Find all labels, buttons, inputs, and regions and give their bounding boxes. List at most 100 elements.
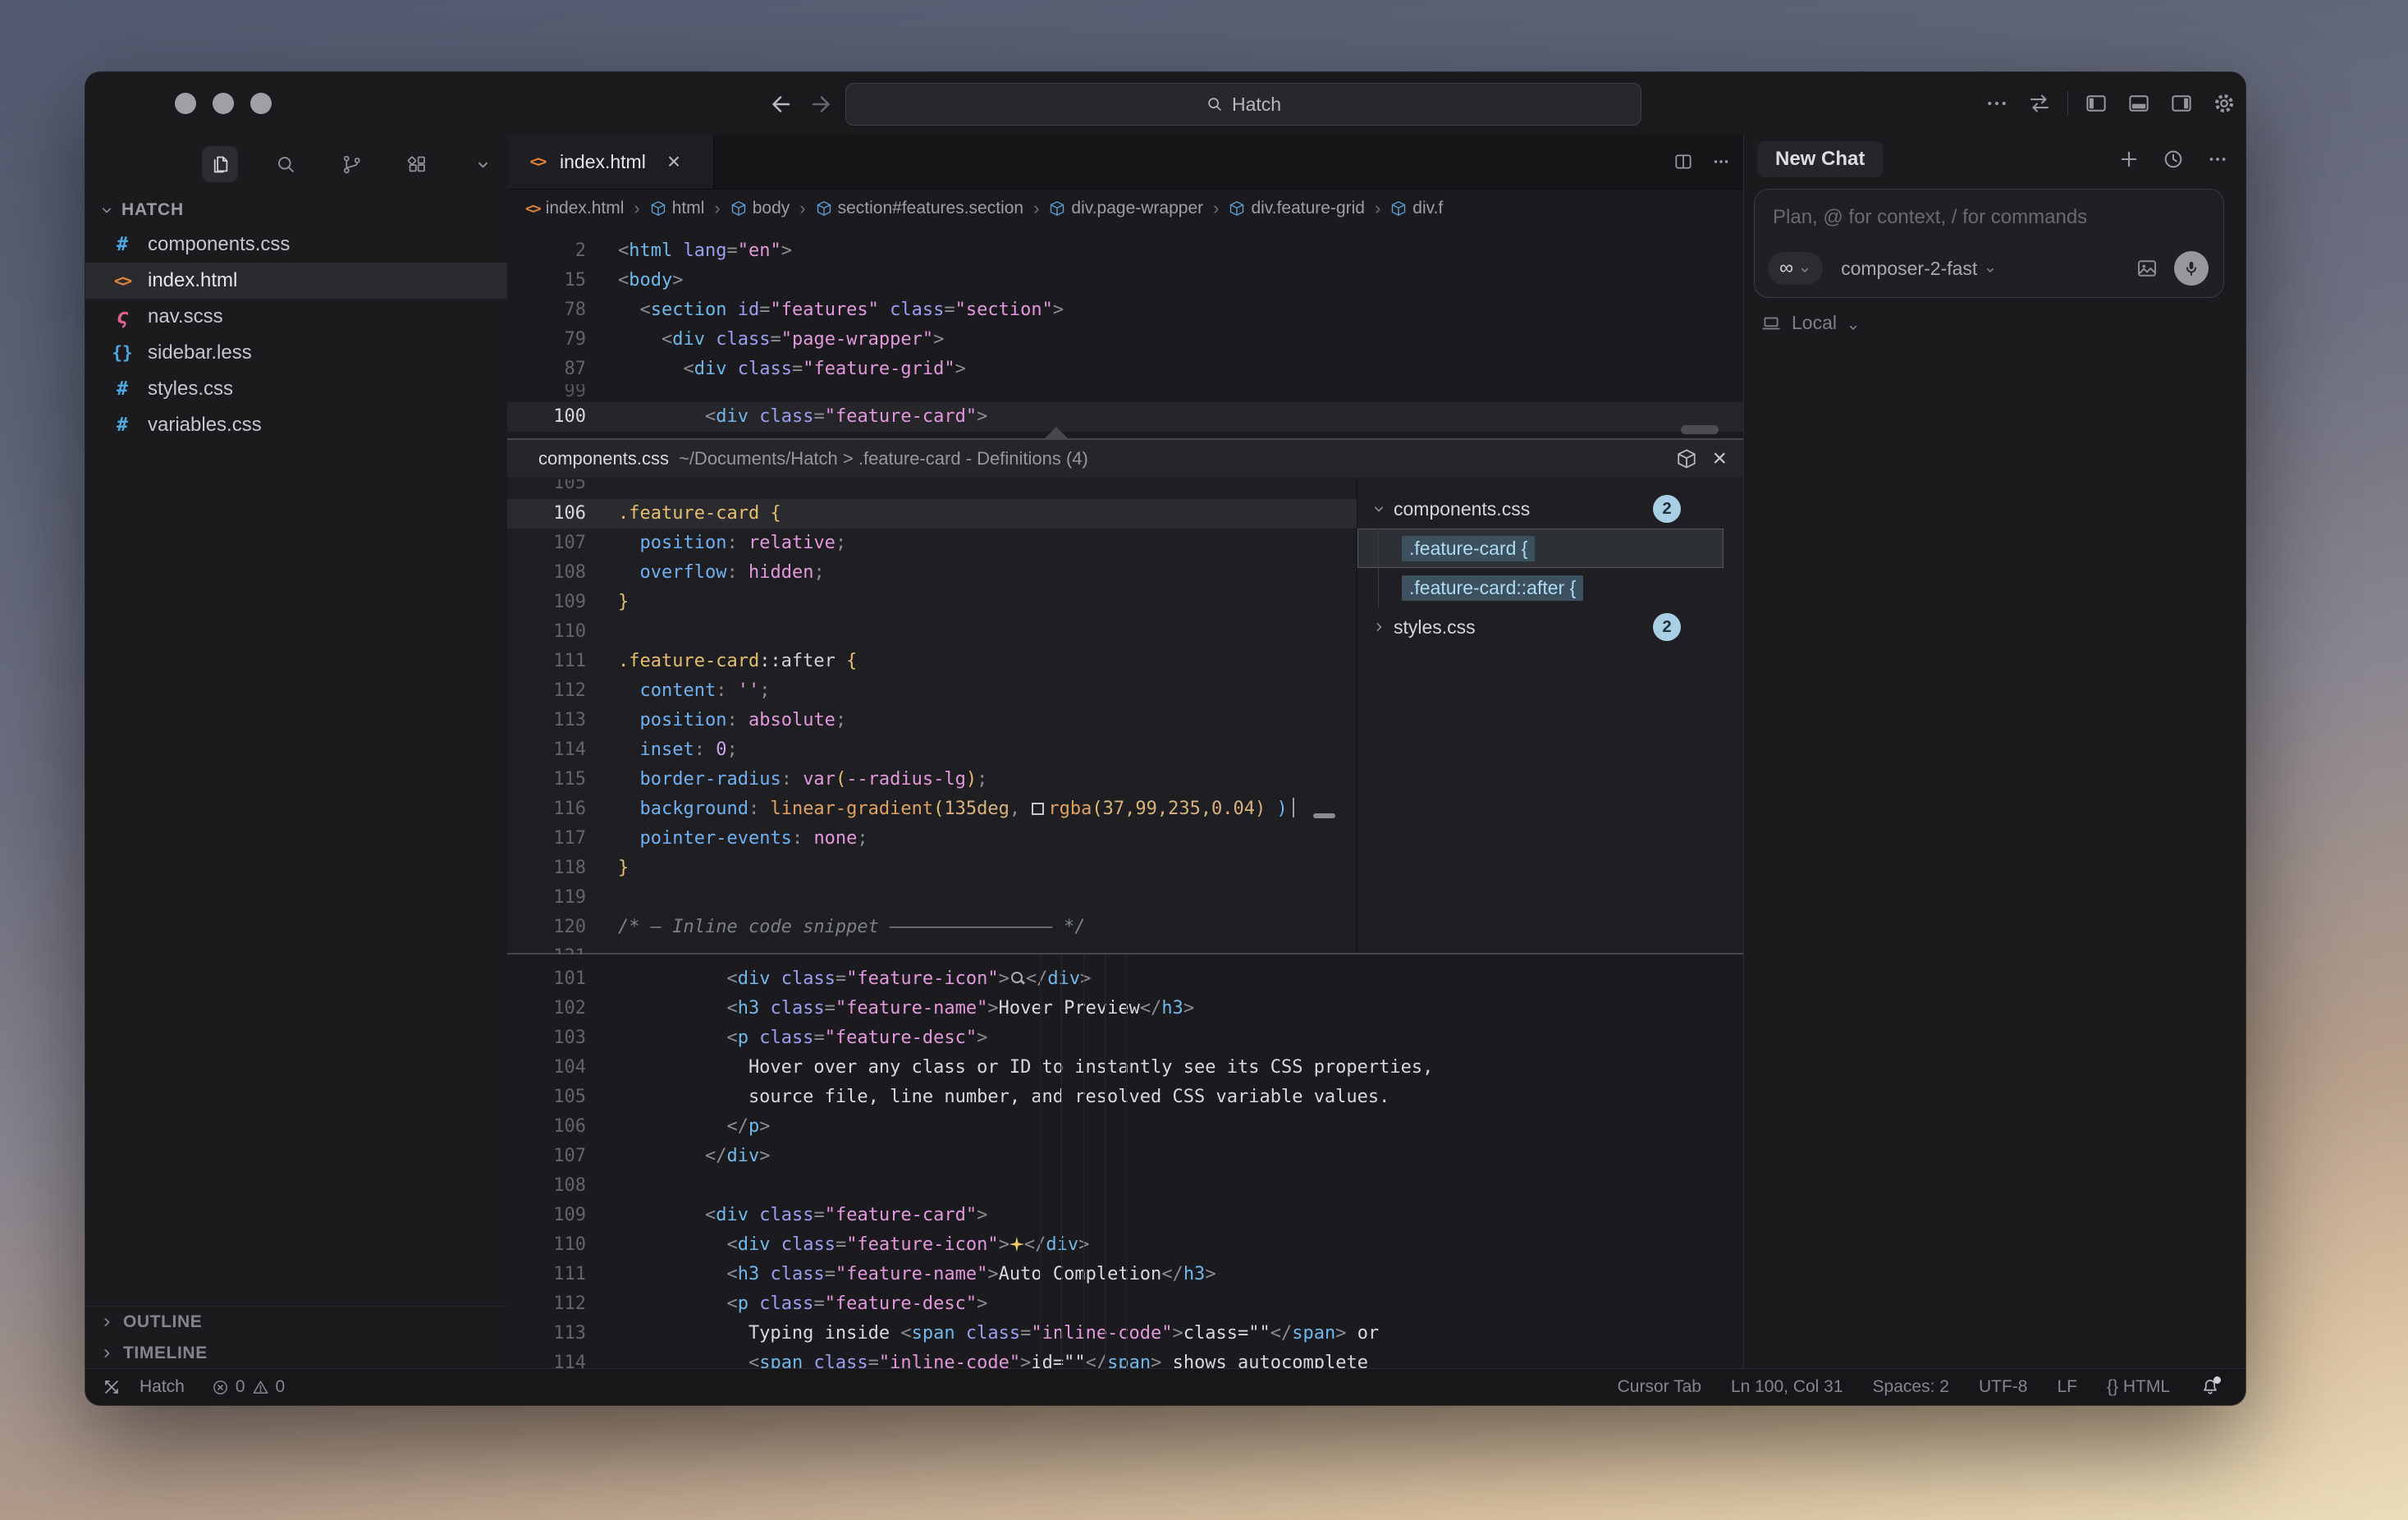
code-line-116[interactable]: 116 background: linear-gradient(135deg, … [507,794,1357,824]
extensions-icon[interactable] [399,146,435,182]
navigate-forward-icon[interactable] [808,90,835,117]
remote-window-icon[interactable] [102,1377,121,1397]
code-line-111[interactable]: 111.feature-card::after { [507,647,1357,676]
zoom-window-button[interactable] [250,93,272,114]
code-line-120[interactable]: 120/* — Inline code snippet ————————————… [507,913,1357,942]
code-line-108[interactable]: 108 overflow: hidden; [507,558,1357,588]
execution-mode-selector[interactable]: Local [1760,312,1860,334]
code-line-119[interactable]: 119 [507,883,1357,913]
code-line-109[interactable]: 109} [507,588,1357,617]
code-line-99[interactable]: 99 [507,384,1743,402]
code-line-110[interactable]: 110 <div class="feature-icon"></div> [507,1230,1743,1260]
explorer-section-header[interactable]: HATCH [85,195,184,225]
code-line-15[interactable]: 15<body> [507,266,1743,295]
code-line-112[interactable]: 112 <p class="feature-desc"> [507,1289,1743,1319]
code-line-112[interactable]: 112 content: ''; [507,676,1357,706]
timeline-section-header[interactable]: TIMELINE [85,1338,507,1369]
code-line-114[interactable]: 114 inset: 0; [507,735,1357,765]
breadcrumb-item-index-html[interactable]: <>index.html [525,199,624,218]
peek-symbol-cube-icon[interactable] [1676,448,1697,469]
language-mode-status[interactable]: {} HTML [2107,1377,2170,1397]
code-line-113[interactable]: 113 position: absolute; [507,706,1357,735]
tab-index-html[interactable]: <> index.html × [507,135,714,189]
definition-result--feature-card-after-[interactable]: .feature-card::after { [1357,568,1743,607]
code-line-103[interactable]: 103 <p class="feature-desc"> [507,1023,1743,1053]
code-line-113[interactable]: 113 Typing inside <span class="inline-co… [507,1319,1743,1348]
code-line-105[interactable]: 105 source file, line number, and resolv… [507,1083,1743,1112]
settings-gear-icon[interactable] [2212,91,2236,116]
code-line-78[interactable]: 78 <section id="features" class="section… [507,295,1743,325]
agent-mode-selector[interactable]: ∞ [1768,252,1823,285]
editor-code-top[interactable]: 2<html lang="en">15<body>78 <section id=… [507,228,1743,446]
chat-more-ellipsis-icon[interactable] [2206,148,2229,171]
indentation-status[interactable]: Spaces: 2 [1873,1377,1949,1397]
cursor-position-status[interactable]: Ln 100, Col 31 [1731,1377,1843,1397]
minimize-window-button[interactable] [213,93,234,114]
peek-close-icon[interactable]: × [1712,446,1727,471]
search-icon[interactable] [268,146,304,182]
code-line-115[interactable]: 115 border-radius: var(--radius-lg); [507,765,1357,794]
code-line-109[interactable]: 109 <div class="feature-card"> [507,1201,1743,1230]
toggle-right-panel-icon[interactable] [2169,91,2194,116]
code-line-104[interactable]: 104 Hover over any class or ID to instan… [507,1053,1743,1083]
breadcrumb-item-div-feature-grid[interactable]: div.feature-grid [1229,199,1365,218]
definitions-file-styles-css[interactable]: styles.css2 [1357,607,1743,647]
code-line-117[interactable]: 117 pointer-events: none; [507,824,1357,854]
code-line-100[interactable]: 100 <div class="feature-card"> [507,402,1743,432]
more-views-chevron-icon[interactable] [465,146,501,182]
encoding-status[interactable]: UTF-8 [1979,1377,2028,1397]
problems-indicator[interactable]: 0 0 [211,1377,285,1397]
code-line-108[interactable]: 108 [507,1171,1743,1201]
file-item-styles-css[interactable]: #styles.css [85,371,507,407]
definitions-file-components-css[interactable]: components.css2 [1357,489,1743,529]
code-line-106[interactable]: 106 </p> [507,1112,1743,1142]
code-line-87[interactable]: 87 <div class="feature-grid"> [507,355,1743,384]
outline-section-header[interactable]: OUTLINE [85,1307,507,1338]
close-tab-icon[interactable]: × [667,150,680,173]
navigate-back-icon[interactable] [767,90,794,117]
code-line-101[interactable]: 101 <div class="feature-icon"></div> [507,964,1743,994]
file-item-variables-css[interactable]: #variables.css [85,407,507,443]
chat-input-box[interactable]: Plan, @ for context, / for commands ∞ co… [1754,189,2224,298]
file-item-sidebar-less[interactable]: {}sidebar.less [85,335,507,371]
file-item-nav-scss[interactable]: ςnav.scss [85,299,507,335]
file-item-components-css[interactable]: #components.css [85,227,507,263]
microphone-icon[interactable] [2174,251,2209,286]
command-search-input[interactable]: Hatch [845,83,1641,126]
code-line-118[interactable]: 118} [507,854,1357,883]
horizontal-scrollbar-thumb[interactable] [1681,425,1719,434]
cursor-tab-status[interactable]: Cursor Tab [1618,1377,1701,1397]
status-project-label[interactable]: Hatch [140,1377,185,1397]
toggle-left-panel-icon[interactable] [2084,91,2108,116]
code-line-107[interactable]: 107 position: relative; [507,529,1357,558]
explorer-files-icon[interactable] [202,146,238,182]
breadcrumb-item-section-features-section[interactable]: section#features.section [816,199,1023,218]
attach-image-icon[interactable] [2135,256,2159,281]
file-item-index-html[interactable]: <>index.html [85,263,507,299]
code-line-105[interactable]: 105 [507,479,1357,499]
code-line-102[interactable]: 102 <h3 class="feature-name">Hover Previ… [507,994,1743,1023]
code-line-121[interactable]: 121 [507,942,1357,955]
peek-code-editor[interactable]: 105106.feature-card {107 position: relat… [507,479,1357,955]
new-chat-tab[interactable]: New Chat [1757,141,1883,177]
breadcrumb-item-div-f[interactable]: div.f [1390,199,1443,218]
code-line-110[interactable]: 110 [507,617,1357,647]
code-line-79[interactable]: 79 <div class="page-wrapper"> [507,325,1743,355]
breadcrumb[interactable]: <>index.html›html›body›section#features.… [507,189,1743,228]
code-line-111[interactable]: 111 <h3 class="feature-name">Auto Comple… [507,1260,1743,1289]
split-editor-icon[interactable] [1673,151,1694,172]
code-line-114[interactable]: 114 <span class="inline-code">id=""</spa… [507,1348,1743,1369]
new-chat-plus-icon[interactable] [2117,148,2140,171]
chat-history-clock-icon[interactable] [2162,148,2185,171]
eol-status[interactable]: LF [2057,1377,2077,1397]
code-line-2[interactable]: 2<html lang="en"> [507,236,1743,266]
editor-more-actions-icon[interactable] [1710,151,1732,172]
code-line-106[interactable]: 106.feature-card { [507,499,1357,529]
toggle-bottom-panel-icon[interactable] [2126,91,2151,116]
code-line-107[interactable]: 107 </div> [507,1142,1743,1171]
breadcrumb-item-div-page-wrapper[interactable]: div.page-wrapper [1049,199,1203,218]
editor-code-bottom[interactable]: 101 <div class="feature-icon"></div>102 … [507,955,1743,1369]
source-control-icon[interactable] [333,146,369,182]
layout-swap-icon[interactable] [2027,91,2052,116]
close-window-button[interactable] [175,93,196,114]
